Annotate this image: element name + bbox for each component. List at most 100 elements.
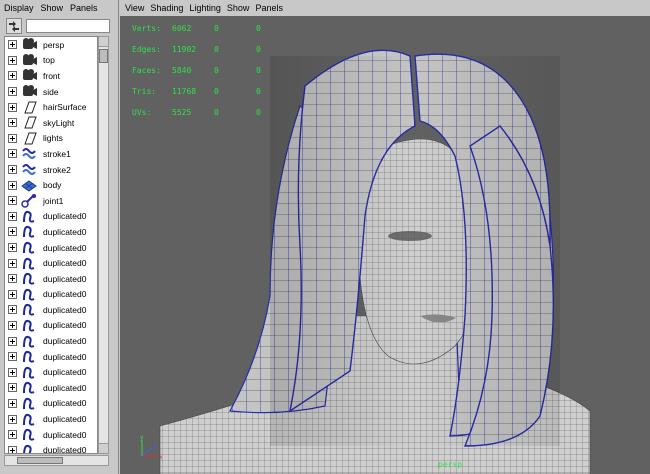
expand-icon[interactable] — [8, 55, 17, 65]
curve-icon — [20, 334, 38, 349]
outliner-item[interactable]: body — [5, 177, 97, 193]
expand-icon[interactable] — [8, 430, 17, 440]
outliner-item-label: duplicated0 — [43, 398, 87, 409]
hud-selected: 0 — [214, 45, 219, 54]
outliner-item[interactable]: hairSurface — [5, 99, 97, 115]
outliner-item[interactable]: top — [5, 53, 97, 69]
filter-input[interactable] — [26, 19, 110, 33]
expand-icon[interactable] — [8, 320, 17, 330]
expand-icon[interactable] — [8, 352, 17, 362]
outliner-item[interactable]: duplicated0 — [5, 442, 97, 453]
expand-icon[interactable] — [8, 367, 17, 377]
curve-icon — [20, 427, 38, 442]
expand-icon[interactable] — [8, 165, 17, 175]
expand-icon[interactable] — [8, 180, 17, 190]
hud-selected-extra: 0 — [256, 66, 261, 75]
outliner-item[interactable]: duplicated0 — [5, 396, 97, 412]
expand-icon[interactable] — [8, 133, 17, 143]
hud-key: Edges: — [132, 45, 161, 54]
curve-icon — [20, 240, 38, 255]
outliner-item-label: duplicated0 — [43, 304, 87, 315]
expand-icon[interactable] — [8, 445, 17, 453]
viewport-menu-view[interactable]: View — [125, 3, 144, 13]
outliner-item[interactable]: duplicated0 — [5, 349, 97, 365]
outliner-item[interactable]: skyLight — [5, 115, 97, 131]
outliner-item-label: side — [43, 86, 59, 97]
expand-icon[interactable] — [8, 383, 17, 393]
outliner-menu-show[interactable]: Show — [41, 3, 64, 13]
expand-icon[interactable] — [8, 258, 17, 268]
curve-icon — [20, 412, 38, 427]
camera-icon — [20, 37, 38, 52]
outliner-menu-display[interactable]: Display — [4, 3, 34, 13]
outliner-item[interactable]: joint1 — [5, 193, 97, 209]
plane-icon — [20, 115, 38, 130]
expand-icon[interactable] — [8, 336, 17, 346]
expand-icon[interactable] — [8, 398, 17, 408]
camera-name-label: persp — [438, 460, 463, 469]
joint-icon — [20, 193, 38, 208]
outliner-menu-panels[interactable]: Panels — [70, 3, 98, 13]
outliner-item[interactable]: front — [5, 68, 97, 84]
outliner-horizontal-scrollbar[interactable] — [4, 455, 109, 466]
expand-icon[interactable] — [8, 211, 17, 221]
outliner-item[interactable]: duplicated0 — [5, 255, 97, 271]
outliner-item[interactable]: duplicated0 — [5, 224, 97, 240]
outliner-item[interactable]: lights — [5, 131, 97, 147]
outliner-item-label: hairSurface — [43, 102, 87, 113]
viewport-menu-lighting[interactable]: Lighting — [189, 3, 221, 13]
expand-icon[interactable] — [8, 149, 17, 159]
outliner-item[interactable]: duplicated0 — [5, 411, 97, 427]
expand-icon[interactable] — [8, 87, 17, 97]
outliner-item[interactable]: duplicated0 — [5, 240, 97, 256]
outliner-item-label: duplicated0 — [43, 429, 87, 440]
expand-icon[interactable] — [8, 243, 17, 253]
hud-key: Tris: — [132, 87, 157, 96]
outliner-item[interactable]: stroke1 — [5, 146, 97, 162]
outliner-item[interactable]: duplicated0 — [5, 271, 97, 287]
curve-icon — [20, 396, 38, 411]
outliner-item[interactable]: duplicated0 — [5, 302, 97, 318]
outliner-item-label: stroke1 — [43, 148, 71, 159]
scroll-down-button[interactable] — [99, 443, 108, 453]
hscroll-thumb[interactable] — [17, 457, 63, 464]
expand-icon[interactable] — [8, 289, 17, 299]
expand-icon[interactable] — [8, 414, 17, 424]
scroll-up-button[interactable] — [99, 37, 108, 47]
expand-icon[interactable] — [8, 274, 17, 284]
outliner-item-label: duplicated0 — [43, 226, 87, 237]
expand-icon[interactable] — [8, 102, 17, 112]
curve-icon — [20, 287, 38, 302]
curve-icon — [20, 224, 38, 239]
outliner-vertical-scrollbar[interactable] — [98, 36, 109, 454]
expand-icon[interactable] — [8, 71, 17, 81]
hud-selected-extra: 0 — [256, 45, 261, 54]
outliner-item[interactable]: stroke2 — [5, 162, 97, 178]
expand-icon[interactable] — [8, 40, 17, 50]
3d-viewport[interactable]: Verts: 6062 0 0 Edges: 11902 0 0 Faces: 5840 0 0 Tri… — [120, 16, 650, 474]
outliner-item-label: duplicated0 — [43, 211, 87, 222]
expand-icon[interactable] — [8, 118, 17, 128]
outliner-item[interactable]: duplicated0 — [5, 380, 97, 396]
outliner-item-label: duplicated0 — [43, 351, 87, 362]
filter-button[interactable] — [6, 18, 22, 34]
outliner-item-label: stroke2 — [43, 164, 71, 175]
expand-icon[interactable] — [8, 227, 17, 237]
outliner-item[interactable]: duplicated0 — [5, 209, 97, 225]
outliner-item[interactable]: duplicated0 — [5, 364, 97, 380]
viewport-menu-panels[interactable]: Panels — [255, 3, 283, 13]
outliner-item-label: body — [43, 180, 62, 191]
outliner-item[interactable]: duplicated0 — [5, 287, 97, 303]
outliner-item[interactable]: duplicated0 — [5, 427, 97, 443]
viewport-menu-shading[interactable]: Shading — [150, 3, 183, 13]
outliner-item[interactable]: side — [5, 84, 97, 100]
expand-icon[interactable] — [8, 196, 17, 206]
outliner-item[interactable]: duplicated0 — [5, 333, 97, 349]
hud-row: Verts: 6062 0 0 — [132, 18, 276, 39]
outliner-item[interactable]: duplicated0 — [5, 318, 97, 334]
viewport-menu-show[interactable]: Show — [227, 3, 250, 13]
scroll-thumb[interactable] — [99, 49, 108, 63]
outliner-item[interactable]: persp — [5, 37, 97, 53]
expand-icon[interactable] — [8, 305, 17, 315]
outliner-item-label: duplicated0 — [43, 258, 87, 269]
